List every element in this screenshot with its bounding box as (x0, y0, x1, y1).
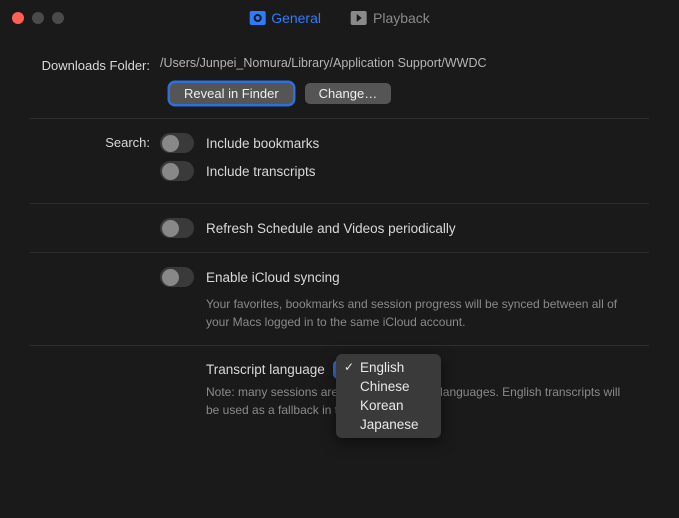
play-icon (351, 11, 367, 25)
transcript-section: Transcript language English Note: many s… (30, 360, 649, 419)
downloads-buttons: Reveal in Finder Change… (170, 83, 649, 104)
minimize-button[interactable] (32, 12, 44, 24)
tab-general-label: General (271, 10, 321, 26)
include-transcripts-label: Include transcripts (206, 164, 316, 179)
transcript-language-menu: English Chinese Korean Japanese (336, 354, 441, 438)
include-bookmarks-row: Include bookmarks (160, 133, 649, 153)
close-button[interactable] (12, 12, 24, 24)
gear-icon (249, 11, 265, 25)
downloads-path: /Users/Junpei_Nomura/Library/Application… (160, 56, 649, 70)
search-label: Search: (30, 133, 160, 150)
tab-playback-label: Playback (373, 10, 430, 26)
divider (30, 345, 649, 346)
include-bookmarks-toggle[interactable] (160, 133, 194, 153)
change-folder-button[interactable]: Change… (305, 83, 392, 104)
divider (30, 118, 649, 119)
transcript-option-english[interactable]: English (336, 358, 441, 377)
transcript-option-korean[interactable]: Korean (336, 396, 441, 415)
icloud-description: Your favorites, bookmarks and session pr… (206, 295, 626, 331)
search-section: Search: Include bookmarks Include transc… (30, 133, 649, 189)
icloud-label: Enable iCloud syncing (206, 270, 340, 285)
icloud-section: Enable iCloud syncing Your favorites, bo… (30, 267, 649, 331)
transcript-option-chinese[interactable]: Chinese (336, 377, 441, 396)
transcript-language-label: Transcript language (206, 362, 325, 377)
include-transcripts-toggle[interactable] (160, 161, 194, 181)
include-bookmarks-label: Include bookmarks (206, 136, 319, 151)
include-transcripts-row: Include transcripts (160, 161, 649, 181)
downloads-row: Downloads Folder: /Users/Junpei_Nomura/L… (30, 56, 649, 73)
tab-general[interactable]: General (249, 10, 321, 26)
divider (30, 252, 649, 253)
icloud-row: Enable iCloud syncing (160, 267, 649, 287)
transcript-option-japanese[interactable]: Japanese (336, 415, 441, 434)
tab-playback[interactable]: Playback (351, 10, 430, 26)
tab-bar: General Playback (249, 0, 430, 36)
titlebar: General Playback (0, 0, 679, 36)
content-area: Downloads Folder: /Users/Junpei_Nomura/L… (0, 36, 679, 419)
refresh-section: Refresh Schedule and Videos periodically (30, 218, 649, 238)
refresh-label: Refresh Schedule and Videos periodically (206, 221, 456, 236)
refresh-toggle[interactable] (160, 218, 194, 238)
divider (30, 203, 649, 204)
maximize-button[interactable] (52, 12, 64, 24)
icloud-toggle[interactable] (160, 267, 194, 287)
downloads-label: Downloads Folder: (30, 56, 160, 73)
window-controls (12, 12, 64, 24)
refresh-row: Refresh Schedule and Videos periodically (160, 218, 649, 238)
reveal-in-finder-button[interactable]: Reveal in Finder (170, 83, 293, 104)
